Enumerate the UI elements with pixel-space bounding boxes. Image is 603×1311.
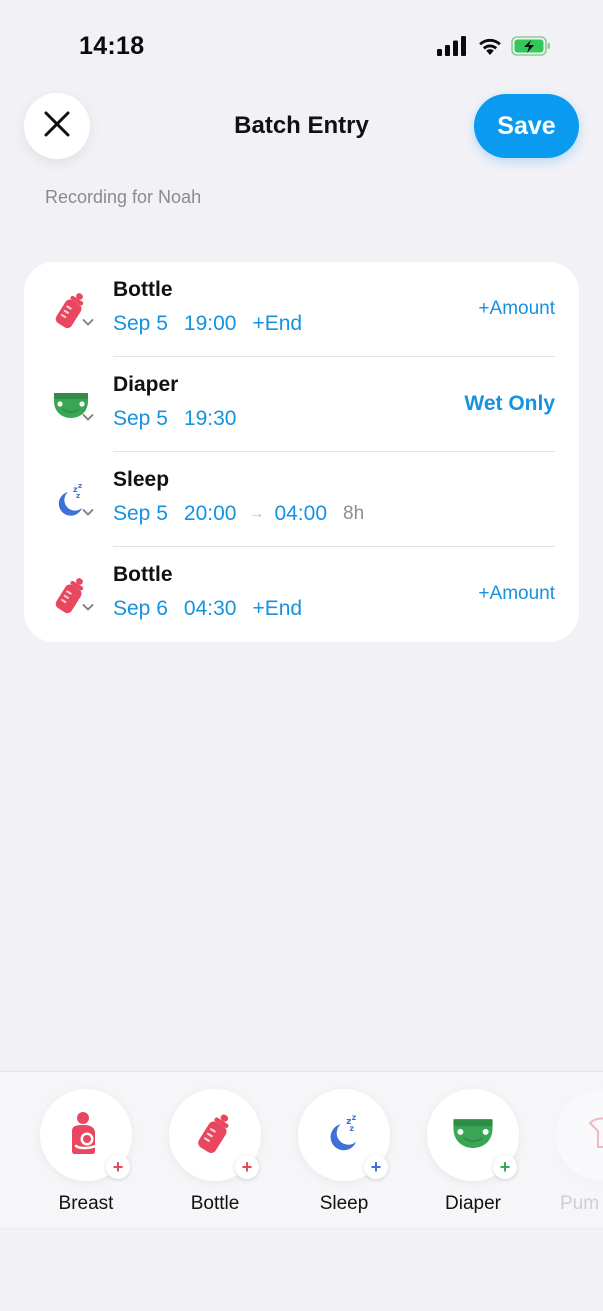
entry-date[interactable]: Sep 5 [113, 407, 168, 431]
svg-text:z: z [352, 1112, 357, 1121]
entry-row[interactable]: Bottle Sep 5 19:00 +End +Amount [24, 262, 579, 357]
battery-charging-icon [511, 36, 551, 56]
entry-type: Sleep [113, 468, 170, 491]
chevron-down-icon[interactable] [82, 413, 94, 422]
entry-time[interactable]: 04:30 [184, 597, 237, 621]
quick-add-bottle[interactable]: + Bottle [169, 1089, 261, 1228]
diaper-icon [450, 1110, 496, 1161]
quick-add-sleep[interactable]: z z z + Sleep [298, 1089, 390, 1228]
entry-date[interactable]: Sep 5 [113, 312, 168, 336]
save-button[interactable]: Save [474, 94, 579, 158]
quick-add-label: Bottle [190, 1193, 240, 1214]
chevron-down-icon[interactable] [82, 603, 94, 612]
sleep-icon: z z z [322, 1111, 366, 1160]
entry-time-row: Sep 5 20:00 → 04:00 8h [113, 502, 364, 526]
entry-row[interactable]: z z z Sleep Sep 5 20:00 → 04:00 8h [24, 452, 579, 547]
plus-icon: + [364, 1155, 388, 1179]
quick-add-label: Diaper [445, 1193, 501, 1214]
quick-add-label: Sleep [319, 1193, 369, 1214]
entry-time[interactable]: 19:00 [184, 312, 237, 336]
entry-end-time[interactable]: 04:00 [274, 502, 327, 526]
chevron-down-icon[interactable] [82, 508, 94, 517]
wifi-icon [477, 36, 503, 56]
cellular-signal-icon [437, 36, 469, 56]
svg-text:z: z [78, 482, 82, 490]
add-end-button[interactable]: +End [252, 312, 302, 336]
quick-add-diaper[interactable]: + Diaper [427, 1089, 519, 1228]
entries-list: Bottle Sep 5 19:00 +End +Amount Diaper S… [24, 262, 579, 642]
entry-start-time[interactable]: 20:00 [184, 502, 237, 526]
quick-add-circle[interactable] [556, 1089, 603, 1181]
plus-icon: + [235, 1155, 259, 1179]
entry-time-row: Sep 5 19:30 [113, 407, 236, 431]
plus-icon: + [493, 1155, 517, 1179]
add-end-button[interactable]: +End [252, 597, 302, 621]
entry-row[interactable]: Bottle Sep 6 04:30 +End +Amount [24, 547, 579, 642]
diaper-type-selector[interactable]: Wet Only [464, 392, 555, 416]
svg-text:z: z [76, 492, 80, 500]
breastfeeding-icon [66, 1111, 106, 1160]
recording-for-label: Recording for Noah [45, 187, 202, 207]
entry-row[interactable]: Diaper Sep 5 19:30 Wet Only [24, 357, 579, 452]
svg-text:z: z [350, 1123, 355, 1132]
entry-type: Bottle [113, 563, 173, 586]
add-amount-button[interactable]: +Amount [478, 583, 555, 605]
entry-type: Bottle [113, 278, 173, 301]
entry-time-row: Sep 6 04:30 +End [113, 597, 302, 621]
entry-time-row: Sep 5 19:00 +End [113, 312, 302, 336]
add-amount-button[interactable]: +Amount [478, 298, 555, 320]
quick-add-pump[interactable]: Pum [556, 1089, 603, 1228]
pump-icon [582, 1113, 603, 1158]
entry-type: Diaper [113, 373, 179, 396]
bottle-icon [193, 1109, 237, 1162]
plus-icon: + [106, 1155, 130, 1179]
entry-date[interactable]: Sep 5 [113, 502, 168, 526]
status-icons [437, 36, 551, 56]
quick-add-label: Breast [58, 1193, 114, 1214]
status-time: 14:18 [79, 32, 145, 60]
entry-time[interactable]: 19:30 [184, 407, 237, 431]
quick-add-breast[interactable]: + Breast [40, 1089, 132, 1228]
entry-date[interactable]: Sep 6 [113, 597, 168, 621]
status-bar: 14:18 [0, 0, 603, 90]
quick-add-label: Pum [560, 1193, 600, 1214]
quick-add-bar[interactable]: + Breast + Bottle z z z + Sleep + Diaper… [0, 1071, 603, 1229]
chevron-down-icon[interactable] [82, 318, 94, 327]
entry-duration: 8h [343, 503, 365, 524]
arrow-right-icon: → [248, 505, 265, 522]
